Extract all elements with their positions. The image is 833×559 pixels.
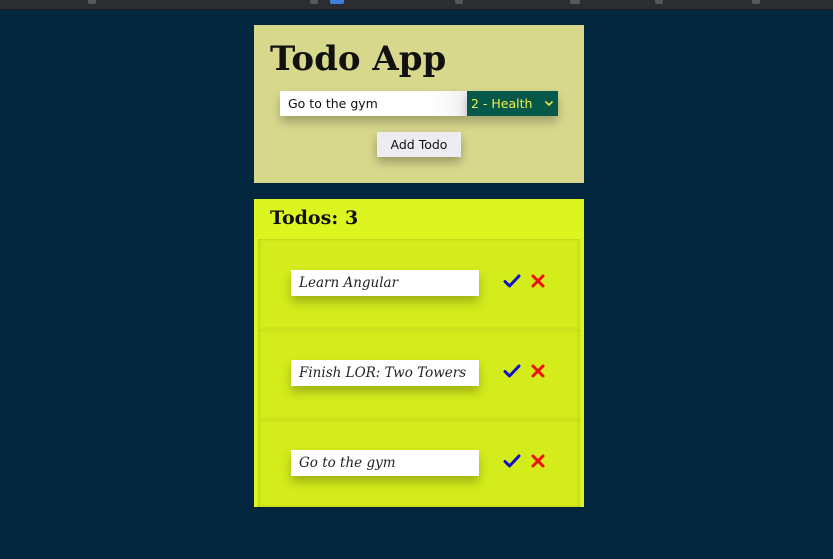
complete-todo-button[interactable] <box>503 452 521 470</box>
todo-count-heading: Todos: 3 <box>270 207 358 229</box>
todo-item-text[interactable]: Finish LOR: Two Towers <box>291 360 479 386</box>
top-strip-mark <box>330 0 344 4</box>
complete-todo-button[interactable] <box>503 362 521 380</box>
todo-list-card: Todos: 3 Learn Angular Finish LOR: Two T… <box>254 199 584 507</box>
complete-todo-button[interactable] <box>503 272 521 290</box>
check-icon <box>503 364 521 378</box>
delete-todo-button[interactable] <box>529 272 547 290</box>
browser-top-strip <box>0 0 833 10</box>
app-title: Todo App <box>270 39 447 79</box>
todo-form-card: Todo App 2 - Health Add Todo <box>254 25 584 183</box>
delete-todo-button[interactable] <box>529 452 547 470</box>
todo-count-label: Todos: <box>270 207 339 229</box>
todo-item-text[interactable]: Go to the gym <box>291 450 479 476</box>
todo-input[interactable] <box>280 91 467 116</box>
top-strip-mark <box>310 0 318 4</box>
top-strip-mark <box>570 0 580 4</box>
category-selected-value: 2 - Health <box>471 96 533 111</box>
todo-item: Learn Angular <box>258 239 580 329</box>
close-icon <box>531 454 545 468</box>
todo-count-value: 3 <box>344 207 359 229</box>
chevron-down-icon <box>544 91 554 125</box>
add-todo-button[interactable]: Add Todo <box>377 132 461 157</box>
close-icon <box>531 364 545 378</box>
delete-todo-button[interactable] <box>529 362 547 380</box>
check-icon <box>503 274 521 288</box>
close-icon <box>531 274 545 288</box>
todo-item: Finish LOR: Two Towers <box>258 329 580 419</box>
category-select[interactable]: 2 - Health <box>467 91 558 116</box>
todo-list: Learn Angular Finish LOR: Two Towers Go … <box>258 239 580 507</box>
top-strip-mark <box>88 0 96 4</box>
top-strip-mark <box>455 0 463 4</box>
todo-item: Go to the gym <box>258 419 580 507</box>
top-strip-mark <box>752 0 760 4</box>
top-strip-mark <box>655 0 663 4</box>
check-icon <box>503 454 521 468</box>
todo-item-text[interactable]: Learn Angular <box>291 270 479 296</box>
